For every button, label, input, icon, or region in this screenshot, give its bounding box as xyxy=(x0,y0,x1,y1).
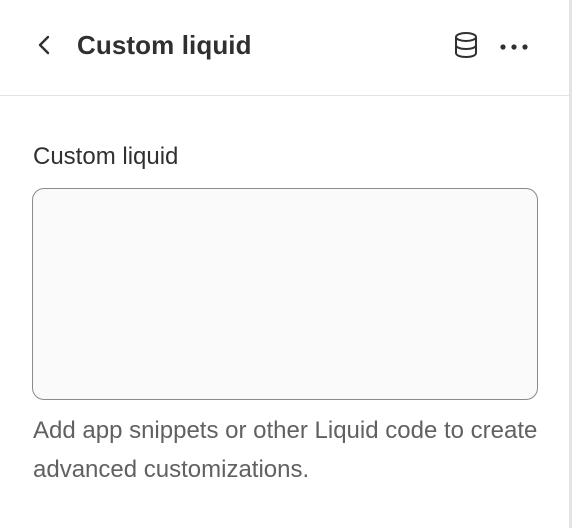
panel-header: Custom liquid xyxy=(0,0,569,96)
help-text: Add app snippets or other Liquid code to… xyxy=(33,417,538,483)
more-actions-button[interactable] xyxy=(495,30,533,64)
field-label: Custom liquid xyxy=(33,143,179,170)
database-icon xyxy=(453,31,479,64)
chevron-left-icon xyxy=(36,34,52,61)
dynamic-source-button[interactable] xyxy=(449,30,483,64)
custom-liquid-code-input[interactable] xyxy=(32,188,538,400)
back-button[interactable] xyxy=(30,32,58,62)
page-title: Custom liquid xyxy=(77,30,252,60)
more-horizontal-icon xyxy=(499,38,529,56)
